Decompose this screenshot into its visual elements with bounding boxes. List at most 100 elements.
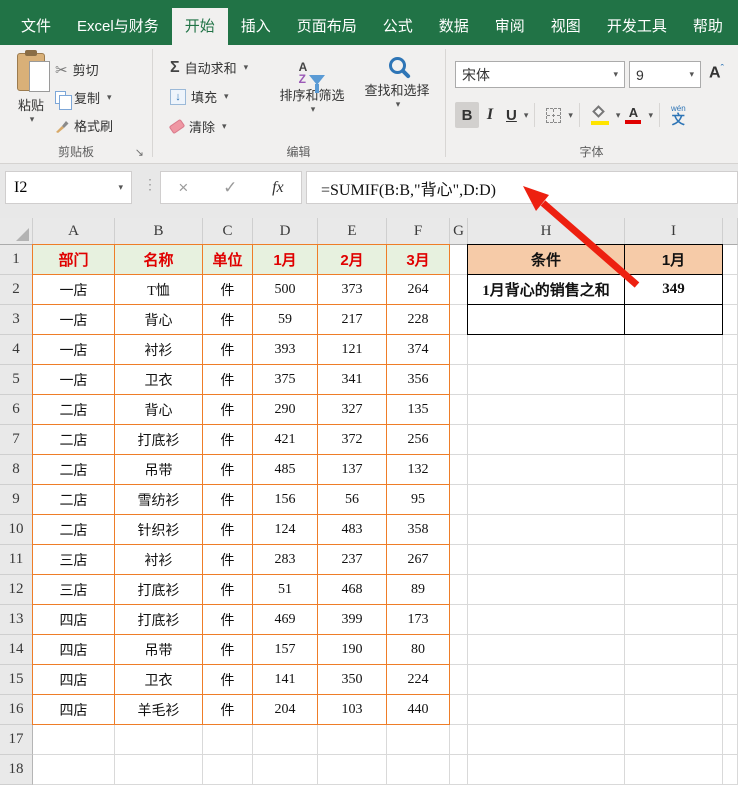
cell-B1[interactable]: 名称 [115,245,203,275]
cell-A16[interactable]: 四店 [33,695,115,725]
cell[interactable] [253,725,318,755]
cell-H1[interactable]: 条件 [468,245,625,275]
cell-C15[interactable]: 件 [203,665,253,695]
cell-B2[interactable]: T恤 [115,275,203,305]
column-header-F[interactable]: F [387,218,450,245]
cell-D15[interactable]: 141 [253,665,318,695]
name-box[interactable]: I2 ▾ [5,171,132,204]
font-name-select[interactable]: 宋体 ▾ [455,61,625,88]
row-header-16[interactable]: 16 [0,695,33,725]
cell-F1[interactable]: 3月 [387,245,450,275]
cell[interactable] [723,725,738,755]
cell[interactable] [468,485,625,515]
underline-button[interactable]: U [501,102,522,128]
cell[interactable] [723,245,738,275]
cell[interactable] [723,755,738,785]
cell[interactable] [450,755,468,785]
cell-A3[interactable]: 一店 [33,305,115,335]
cell-D1[interactable]: 1月 [253,245,318,275]
cell-B12[interactable]: 打底衫 [115,575,203,605]
cell[interactable] [318,725,387,755]
cell-H3[interactable] [468,305,625,335]
cell[interactable] [203,755,253,785]
tab-数据[interactable]: 数据 [426,8,482,45]
cell[interactable] [723,485,738,515]
italic-button[interactable]: I [479,102,501,128]
cell-E7[interactable]: 372 [318,425,387,455]
cell-A10[interactable]: 二店 [33,515,115,545]
cell[interactable] [625,755,723,785]
cell[interactable] [468,635,625,665]
cell-B7[interactable]: 打底衫 [115,425,203,455]
cell-D6[interactable]: 290 [253,395,318,425]
cell-E6[interactable]: 327 [318,395,387,425]
cell-D11[interactable]: 283 [253,545,318,575]
cell[interactable] [625,635,723,665]
cell-C9[interactable]: 件 [203,485,253,515]
chevron-down-icon[interactable]: ▾ [524,110,529,121]
format-painter-button[interactable]: 格式刷 [55,116,113,135]
cell-C2[interactable]: 件 [203,275,253,305]
cell[interactable] [625,665,723,695]
cell-H2[interactable]: 1月背心的销售之和 [468,275,625,305]
clear-button[interactable]: 清除 ▾ [170,117,227,136]
cell-A6[interactable]: 二店 [33,395,115,425]
cell-A8[interactable]: 二店 [33,455,115,485]
cell[interactable] [723,515,738,545]
column-header-E[interactable]: E [318,218,387,245]
cancel-icon[interactable]: × [178,178,188,198]
phonetic-guide-button[interactable]: wén文 [666,102,691,128]
row-header-2[interactable]: 2 [0,275,33,305]
cell-C6[interactable]: 件 [203,395,253,425]
sort-filter-button[interactable]: AZ 排序和筛选 ▾ [270,51,354,115]
cell-F9[interactable]: 95 [387,485,450,515]
cell[interactable] [625,515,723,545]
formula-bar-handle[interactable]: ⋮ [143,176,157,193]
formula-input[interactable]: =SUMIF(B:B,"背心",D:D) [306,171,738,204]
cell-E14[interactable]: 190 [318,635,387,665]
cell[interactable] [625,695,723,725]
chevron-down-icon[interactable]: ▾ [648,110,653,121]
insert-function-icon[interactable]: fx [272,179,284,197]
cell[interactable] [468,335,625,365]
font-color-button[interactable]: A [620,102,646,128]
cell[interactable] [625,395,723,425]
cell-A7[interactable]: 二店 [33,425,115,455]
cell-C16[interactable]: 件 [203,695,253,725]
cell-C3[interactable]: 件 [203,305,253,335]
cell-D16[interactable]: 204 [253,695,318,725]
cell[interactable] [723,365,738,395]
cell[interactable] [450,305,468,335]
cell[interactable] [723,575,738,605]
cell-E5[interactable]: 341 [318,365,387,395]
cell-C8[interactable]: 件 [203,455,253,485]
cell-A14[interactable]: 四店 [33,635,115,665]
font-size-select[interactable]: 9 ▾ [629,61,701,88]
cell-F13[interactable]: 173 [387,605,450,635]
cell-F11[interactable]: 267 [387,545,450,575]
bold-button[interactable]: B [455,102,479,128]
cell-B15[interactable]: 卫衣 [115,665,203,695]
row-header-13[interactable]: 13 [0,605,33,635]
cell-E1[interactable]: 2月 [318,245,387,275]
cell[interactable] [723,635,738,665]
cell-D2[interactable]: 500 [253,275,318,305]
cell-A12[interactable]: 三店 [33,575,115,605]
row-header-9[interactable]: 9 [0,485,33,515]
cell-E12[interactable]: 468 [318,575,387,605]
cell[interactable] [723,425,738,455]
cell[interactable] [468,695,625,725]
chevron-down-icon[interactable]: ▾ [118,182,123,193]
cell-D7[interactable]: 421 [253,425,318,455]
cell[interactable] [468,725,625,755]
cell[interactable] [625,455,723,485]
cell-I3[interactable] [625,305,723,335]
row-header-8[interactable]: 8 [0,455,33,485]
chevron-down-icon[interactable]: ▾ [224,91,229,102]
cell-B14[interactable]: 吊带 [115,635,203,665]
cell[interactable] [33,725,115,755]
cell-D13[interactable]: 469 [253,605,318,635]
column-header-A[interactable]: A [33,218,115,245]
cell-B13[interactable]: 打底衫 [115,605,203,635]
cell[interactable] [450,605,468,635]
